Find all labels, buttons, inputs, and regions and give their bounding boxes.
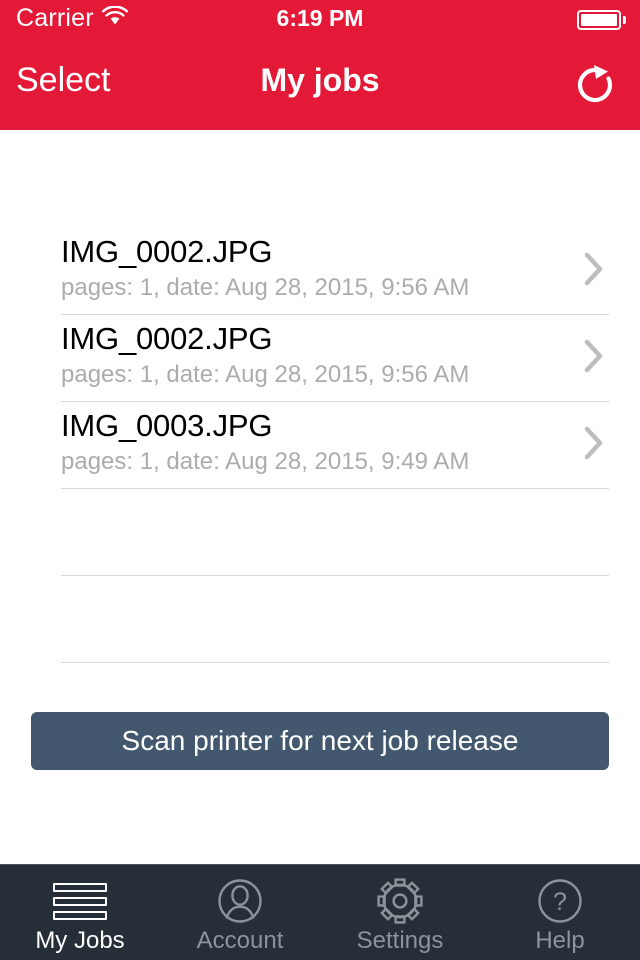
tab-help[interactable]: ? Help: [480, 865, 640, 960]
empty-table-row: [61, 576, 609, 663]
job-name: IMG_0002.JPG: [61, 234, 273, 269]
chevron-right-icon: [583, 252, 605, 291]
job-name: IMG_0003.JPG: [61, 408, 273, 443]
tab-label-my-jobs: My Jobs: [35, 927, 125, 954]
list-top-spacer: [0, 130, 640, 228]
page-title: My jobs: [260, 62, 380, 98]
tab-my-jobs[interactable]: My Jobs: [0, 865, 160, 960]
battery-full-icon: [577, 10, 621, 30]
status-bar: Carrier 6:19 PM: [0, 0, 640, 40]
job-list: IMG_0002.JPG pages: 1, date: Aug 28, 201…: [0, 130, 640, 663]
gear-icon: [376, 878, 424, 924]
tab-label-settings: Settings: [356, 927, 444, 954]
chevron-right-icon: [583, 339, 605, 378]
table-row[interactable]: IMG_0003.JPG pages: 1, date: Aug 28, 201…: [0, 402, 640, 489]
tab-bar: My Jobs Account Settings ? Help: [0, 864, 640, 960]
refresh-icon: [572, 65, 618, 113]
scan-printer-button[interactable]: Scan printer for next job release: [31, 712, 609, 770]
tab-label-account: Account: [196, 927, 284, 954]
status-bar-clock: 6:19 PM: [276, 5, 364, 31]
job-name: IMG_0002.JPG: [61, 321, 273, 356]
tab-label-help: Help: [535, 927, 585, 954]
person-circle-icon: [217, 879, 263, 923]
job-meta: pages: 1, date: Aug 28, 2015, 9:56 AM: [61, 274, 470, 301]
status-bar-right: [577, 10, 626, 30]
svg-text:?: ?: [553, 888, 567, 916]
table-row[interactable]: IMG_0002.JPG pages: 1, date: Aug 28, 201…: [0, 315, 640, 402]
job-meta: pages: 1, date: Aug 28, 2015, 9:49 AM: [61, 448, 470, 475]
tab-account[interactable]: Account: [160, 865, 320, 960]
question-circle-icon: ?: [537, 879, 583, 923]
refresh-button[interactable]: [572, 62, 618, 113]
job-meta: pages: 1, date: Aug 28, 2015, 9:56 AM: [61, 361, 470, 388]
chevron-right-icon: [583, 426, 605, 465]
app-screen: Carrier 6:19 PM Select My jobs IMG_0002.…: [0, 0, 640, 960]
list-lines-icon: [53, 879, 107, 923]
empty-table-row: [61, 489, 609, 576]
table-row[interactable]: IMG_0002.JPG pages: 1, date: Aug 28, 201…: [0, 228, 640, 315]
navigation-bar: Select My jobs: [0, 40, 640, 130]
battery-cap-icon: [623, 16, 626, 24]
tab-settings[interactable]: Settings: [320, 865, 480, 960]
